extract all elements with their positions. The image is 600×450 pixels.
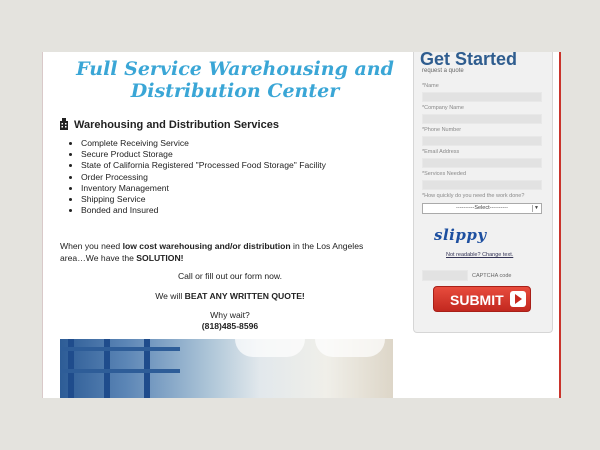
quantity-select[interactable]: ----------Select---------- ▼ [422, 203, 542, 214]
section-heading: Warehousing and Distribution Services [60, 118, 279, 131]
services-list: Complete Receiving Service Secure Produc… [69, 138, 326, 216]
list-item: Secure Product Storage [81, 149, 326, 160]
form-subtitle: request a quote [422, 68, 464, 74]
list-item: Shipping Service [81, 194, 326, 205]
building-icon [60, 118, 68, 130]
intro-solution: SOLUTION! [136, 253, 184, 263]
email-field[interactable] [422, 158, 542, 168]
quantity-selected: ----------Select---------- [456, 205, 508, 211]
intro-paragraph: When you need low cost warehousing and/o… [60, 240, 390, 264]
ceiling-light [315, 339, 385, 357]
email-label: *Email Address [422, 149, 460, 155]
list-item: Complete Receiving Service [81, 138, 326, 149]
phone-number: (818)485-8596 [201, 321, 259, 331]
phone-field[interactable] [422, 136, 542, 146]
rack-beam [60, 347, 180, 351]
phone-label: *Phone Number [422, 127, 462, 133]
rack-beam [60, 369, 180, 373]
intro-emphasis: low cost warehousing and/or distribution [122, 241, 291, 251]
ceiling-light [235, 339, 305, 357]
list-item: Order Processing [81, 172, 326, 183]
arrow-right-icon [510, 291, 526, 307]
landing-page: Full Service Warehousing and Distributio… [42, 52, 561, 398]
beat-quote-line: We will BEAT ANY WRITTEN QUOTE! [60, 291, 400, 302]
quote-form: Get Started request a quote *Name *Compa… [413, 52, 553, 333]
list-item: Bonded and Insured [81, 205, 326, 216]
captcha-row: CAPTCHA code [422, 270, 511, 281]
why-wait-line: Why wait? [210, 310, 250, 320]
captcha-label: CAPTCHA code [472, 272, 512, 279]
beat-emphasis: BEAT ANY WRITTEN QUOTE! [184, 291, 305, 301]
services-label: *Services Needed [422, 171, 467, 177]
intro-text: When you need [60, 241, 123, 251]
section-heading-text: Warehousing and Distribution Services [74, 119, 279, 131]
company-field[interactable] [422, 114, 542, 124]
services-field[interactable] [422, 180, 542, 190]
call-line: Call or fill out our form now. [177, 271, 283, 281]
captcha-input[interactable] [422, 270, 468, 281]
list-item: Inventory Management [81, 183, 326, 194]
page-title: Full Service Warehousing and Distributio… [76, 58, 394, 102]
name-label: *Name [422, 83, 439, 89]
company-label: *Company Name [422, 105, 464, 111]
warehouse-photo [60, 339, 393, 398]
captcha-image: slippy [434, 226, 487, 244]
beat-text: We will [155, 291, 185, 301]
quantity-label: *How quickly do you need the work done? [422, 193, 525, 199]
chevron-down-icon: ▼ [532, 205, 540, 212]
name-field[interactable] [422, 92, 542, 102]
list-item: State of California Registered "Processe… [81, 160, 326, 171]
change-captcha-link[interactable]: Not readable? Change text. [446, 252, 513, 258]
submit-label: SUBMIT [450, 292, 504, 308]
submit-button[interactable]: SUBMIT [433, 286, 531, 312]
